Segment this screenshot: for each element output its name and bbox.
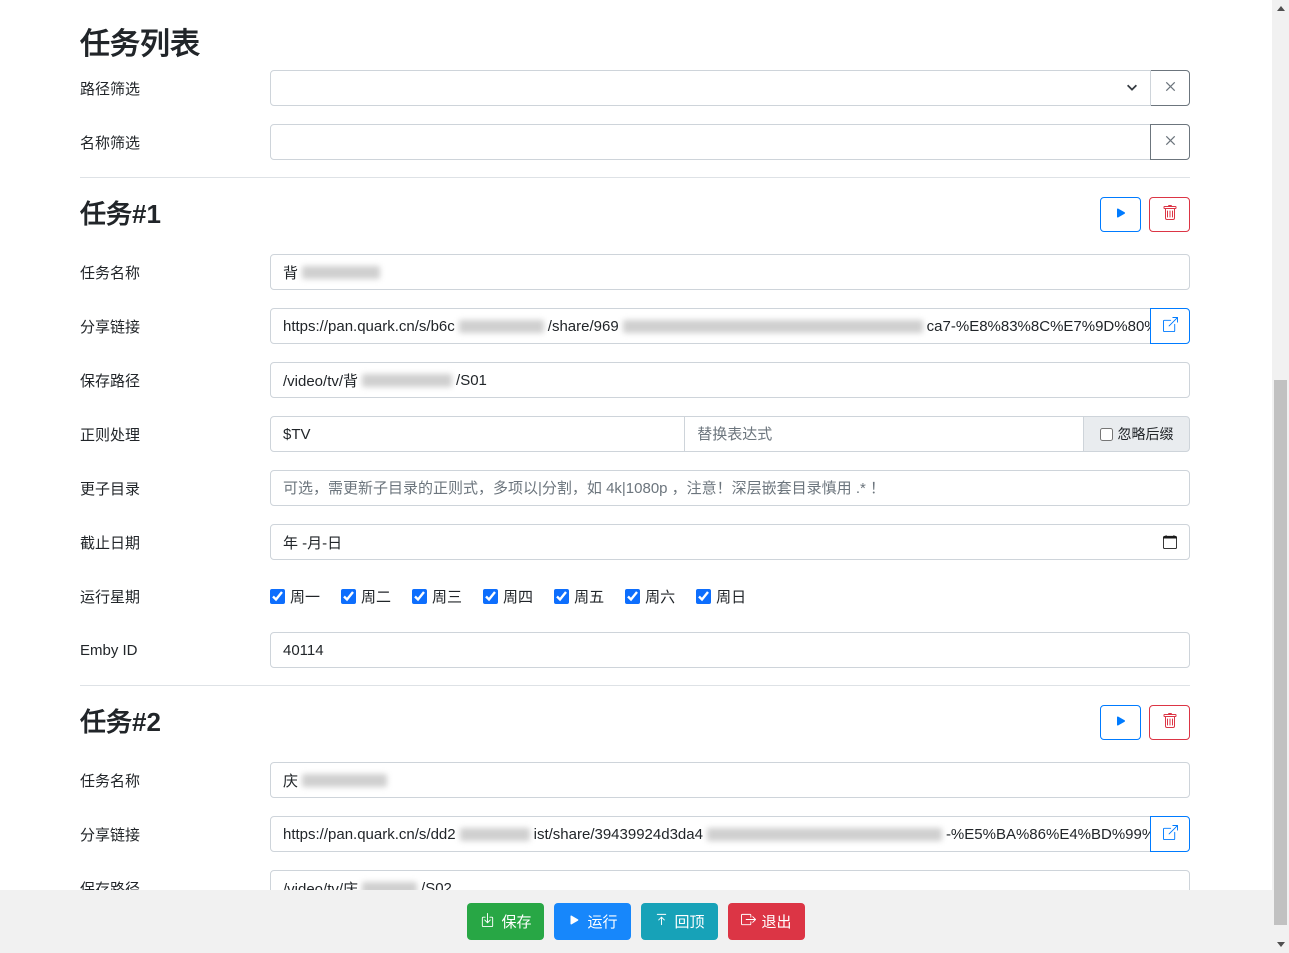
redacted-text [302, 266, 380, 279]
task-1-regex-input[interactable] [270, 416, 685, 452]
task-2-header: 任务#2 [80, 704, 1190, 740]
back-to-top-button[interactable]: 回顶 [641, 903, 718, 940]
weekday-mon-checkbox[interactable] [270, 589, 285, 604]
share-link-label: 分享链接 [80, 824, 270, 845]
weekday-tue-checkbox[interactable] [341, 589, 356, 604]
task-1-open-link-button[interactable] [1150, 308, 1190, 344]
weekday-thu: 周四 [483, 586, 533, 607]
task-2-delete-button[interactable] [1149, 705, 1190, 740]
arrow-bar-up-icon [654, 912, 669, 931]
play-icon [1113, 205, 1129, 224]
redacted-text [302, 774, 387, 787]
task-1-subdir-input[interactable] [270, 470, 1190, 506]
task-1-name-row: 任务名称 背 [80, 254, 1190, 290]
regex-label: 正则处理 [80, 424, 270, 445]
weekday-fri-checkbox[interactable] [554, 589, 569, 604]
task-1-ignore-suffix-checkbox[interactable] [1100, 428, 1113, 441]
run-weekdays-label: 运行星期 [80, 586, 270, 607]
play-icon [1113, 713, 1129, 732]
redacted-text [707, 828, 942, 841]
task-1-replace-input[interactable] [684, 416, 1084, 452]
name-filter-row: 名称筛选 [80, 124, 1190, 160]
close-icon [1163, 133, 1178, 151]
weekday-thu-checkbox[interactable] [483, 589, 498, 604]
name-filter-label: 名称筛选 [80, 132, 270, 153]
task-1-emby-id-input[interactable] [270, 632, 1190, 668]
weekday-tue: 周二 [341, 586, 391, 607]
path-filter-label: 路径筛选 [80, 78, 270, 99]
task-1-run-button[interactable] [1100, 197, 1141, 232]
task-2-title: 任务#2 [80, 704, 161, 740]
ignore-suffix-label: 忽略后缀 [1118, 424, 1174, 444]
calendar-icon[interactable] [1163, 535, 1177, 549]
weekday-sat: 周六 [625, 586, 675, 607]
close-icon [1163, 79, 1178, 97]
emby-id-label: Emby ID [80, 642, 270, 659]
share-link-label: 分享链接 [80, 316, 270, 337]
weekday-mon: 周一 [270, 586, 320, 607]
run-button[interactable]: 运行 [554, 903, 630, 940]
name-filter-clear-button[interactable] [1150, 124, 1190, 160]
task-1-weekdays-row: 运行星期 周一 周二 周三 周四 周五 周六 周日 [80, 578, 1190, 614]
task-1-ignore-suffix-addon: 忽略后缀 [1083, 416, 1190, 452]
save-icon [480, 912, 495, 931]
task-1-save-path-row: 保存路径 /video/tv/背/S01 [80, 362, 1190, 398]
scroll-up-arrow[interactable] [1272, 0, 1289, 17]
task-2-share-link-row: 分享链接 https://pan.quark.cn/s/dd2ist/share… [80, 816, 1190, 852]
weekday-sun: 周日 [696, 586, 746, 607]
exit-button[interactable]: 退出 [728, 903, 805, 940]
task-1-deadline-input[interactable]: 年 -月-日 [270, 524, 1190, 560]
section-divider [80, 685, 1190, 686]
task-2-name-input[interactable]: 庆 [270, 762, 1190, 798]
task-2-name-row: 任务名称 庆 [80, 762, 1190, 798]
task-2-open-link-button[interactable] [1150, 816, 1190, 852]
logout-icon [741, 912, 756, 931]
task-1-subdir-row: 更子目录 [80, 470, 1190, 506]
redacted-text [459, 320, 544, 333]
weekday-sun-checkbox[interactable] [696, 589, 711, 604]
scroll-down-arrow[interactable] [1272, 936, 1289, 953]
scrollbar-thumb[interactable] [1274, 380, 1287, 925]
external-link-icon [1163, 825, 1178, 843]
task-1-name-input[interactable]: 背 [270, 254, 1190, 290]
weekday-wed: 周三 [412, 586, 462, 607]
weekday-sat-checkbox[interactable] [625, 589, 640, 604]
task-name-label: 任务名称 [80, 262, 270, 283]
path-filter-row: 路径筛选 [80, 70, 1190, 106]
deadline-label: 截止日期 [80, 532, 270, 553]
vertical-scrollbar[interactable] [1272, 0, 1289, 953]
external-link-icon [1163, 317, 1178, 335]
play-icon [567, 913, 581, 931]
task-1-title: 任务#1 [80, 196, 161, 232]
page-title: 任务列表 [80, 26, 1190, 64]
section-divider [80, 177, 1190, 178]
bottom-action-bar: 保存 运行 回顶 退出 [0, 890, 1272, 953]
save-button[interactable]: 保存 [467, 903, 544, 940]
task-1-save-path-input[interactable]: /video/tv/背/S01 [270, 362, 1190, 398]
task-1-delete-button[interactable] [1149, 197, 1190, 232]
task-list-page: 任务列表 路径筛选 名称筛选 [80, 0, 1190, 906]
path-filter-clear-button[interactable] [1150, 70, 1190, 106]
trash-icon [1162, 713, 1178, 732]
update-subdir-label: 更子目录 [80, 478, 270, 499]
task-2-run-button[interactable] [1100, 705, 1141, 740]
task-1-share-link-input[interactable]: https://pan.quark.cn/s/b6c/share/969ca7-… [270, 308, 1151, 344]
redacted-text [362, 374, 452, 387]
task-1-header: 任务#1 [80, 196, 1190, 232]
task-1-share-link-row: 分享链接 https://pan.quark.cn/s/b6c/share/96… [80, 308, 1190, 344]
save-path-label: 保存路径 [80, 370, 270, 391]
weekday-fri: 周五 [554, 586, 604, 607]
redacted-text [623, 320, 923, 333]
path-filter-select[interactable] [270, 70, 1151, 106]
redacted-text [460, 828, 530, 841]
weekday-wed-checkbox[interactable] [412, 589, 427, 604]
task-1-deadline-row: 截止日期 年 -月-日 [80, 524, 1190, 560]
trash-icon [1162, 205, 1178, 224]
name-filter-input[interactable] [270, 124, 1151, 160]
task-1-regex-row: 正则处理 忽略后缀 [80, 416, 1190, 452]
task-1-emby-row: Emby ID [80, 632, 1190, 668]
task-2-share-link-input[interactable]: https://pan.quark.cn/s/dd2ist/share/3943… [270, 816, 1151, 852]
task-name-label: 任务名称 [80, 770, 270, 791]
